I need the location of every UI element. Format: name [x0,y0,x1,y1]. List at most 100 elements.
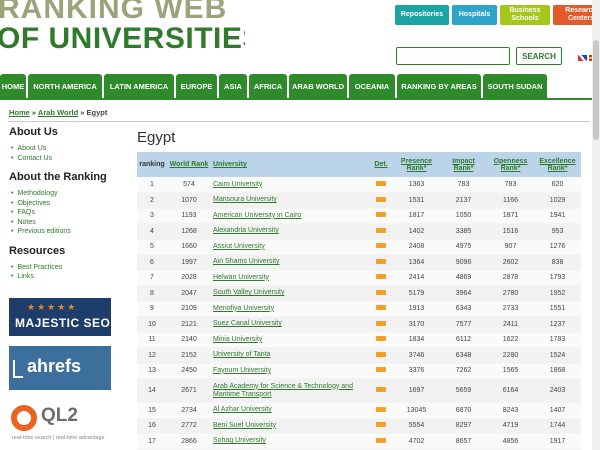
search-button[interactable]: SEARCH [516,47,562,65]
cell-university[interactable]: Assiut University [211,239,369,255]
header-presence-rank[interactable]: Presence Rank* [393,152,440,177]
details-icon[interactable] [376,305,386,311]
header-excellence-rank[interactable]: Excellence Rank* [534,152,581,177]
details-icon[interactable] [376,258,386,264]
sidebar-list-about-ranking: Methodology Objectives FAQs Notes Previo… [9,189,119,237]
details-icon[interactable] [376,289,386,295]
cell-presence: 5554 [393,418,440,434]
cell-excellence: 1744 [534,418,581,434]
details-icon[interactable] [376,336,386,342]
cell-university[interactable]: Menofiya University [211,301,369,317]
page-scrollbar[interactable] [592,0,600,450]
sidebar-item-previous-editions[interactable]: Previous editions [11,227,119,237]
nav-ranking-by-areas[interactable]: RANKING BY AREAS [397,74,481,98]
cell-excellence: 838 [534,254,581,271]
cell-university[interactable]: Mansoura University [211,192,369,209]
ql2-ad[interactable]: QL2 real-time search | real-time advanta… [9,400,111,450]
english-flag-icon[interactable] [578,55,587,61]
cell-university[interactable]: South Valley University [211,285,369,302]
cell-openness: 1516 [487,223,534,240]
header-impact-rank[interactable]: Impact Rank* [440,152,487,177]
nav-africa[interactable]: AFRICA [249,74,287,98]
cell-impact: 6343 [440,301,487,317]
sidebar-list-resources: Best Practices Links [9,263,119,282]
header-world-rank-label: World Rank [169,161,209,168]
cell-openness: 783 [487,177,534,193]
search-input[interactable] [396,47,510,65]
details-icon[interactable] [376,274,386,280]
nav-oceania[interactable]: OCEANIA [349,74,395,98]
nav-europe[interactable]: EUROPE [176,74,217,98]
cell-excellence: 1952 [534,285,581,302]
cell-impact: 2137 [440,192,487,209]
cell-excellence: 620 [534,177,581,193]
cell-det [369,363,393,379]
cell-university[interactable]: Helwan University [211,270,369,286]
details-icon[interactable] [376,387,386,392]
cell-university[interactable]: Cairo University [211,177,369,193]
header-world-rank[interactable]: World Rank [167,152,211,177]
cell-university[interactable]: Beni Suef University [211,418,369,434]
nav-arab-world[interactable]: ARAB WORLD [289,74,347,98]
breadcrumb-sep: » [78,108,87,117]
breadcrumb-arab-world[interactable]: Arab World [38,108,78,117]
details-icon[interactable] [376,181,386,186]
header-university[interactable]: University [211,152,369,177]
nav-home[interactable]: HOME [0,74,26,98]
nav-north-america[interactable]: NORTH AMERICA [28,74,102,98]
details-icon[interactable] [376,196,386,202]
scrollbar-thumb[interactable] [593,40,599,140]
sidebar-item-links[interactable]: Links [11,272,119,282]
cell-impact: 7577 [440,316,487,333]
cell-university[interactable]: Alexandria University [211,223,369,240]
cell-university[interactable]: Minia University [211,332,369,348]
details-icon[interactable] [376,422,386,428]
nav-south-sudan[interactable]: SOUTH SUDAN [483,74,547,98]
details-icon[interactable] [376,227,386,233]
sidebar-item-objectives[interactable]: Objectives [11,199,119,209]
cell-university[interactable]: Arab Academy for Science & Technology an… [211,378,369,403]
cell-openness: 4719 [487,418,534,434]
business-schools-button[interactable]: Business Schools [500,5,550,25]
details-icon[interactable] [376,367,386,373]
header-det[interactable]: Det. [369,152,393,177]
sidebar-item-contact-us[interactable]: Contact Us [11,154,119,164]
hospitals-button[interactable]: Hospitals [452,5,497,25]
cell-university[interactable]: Al Azhar University [211,402,369,419]
details-icon[interactable] [376,351,386,357]
cell-impact: 3385 [440,223,487,240]
sidebar-item-notes[interactable]: Notes [11,218,119,228]
details-icon[interactable] [376,212,386,218]
sidebar-item-about-us[interactable]: About Us [11,144,119,154]
sidebar-item-methodology[interactable]: Methodology [11,189,119,199]
cell-university[interactable]: University of Tanta [211,347,369,364]
site-logo[interactable]: RANKING WEB OF UNIVERSITIES [0,0,245,60]
majestic-seo-ad[interactable]: ★★★★★ MAJESTIC SEO [9,298,111,336]
cell-university[interactable]: Fayoum University [211,363,369,379]
cell-university[interactable]: American University in Cairo [211,208,369,224]
cell-world-rank: 2109 [167,301,211,317]
cell-university[interactable]: Ain Shams University [211,254,369,271]
sidebar-item-best-practices[interactable]: Best Practices [11,263,119,273]
cell-university[interactable]: Sohag University [211,433,369,450]
repositories-button[interactable]: Repositories [395,5,449,25]
details-icon[interactable] [376,243,386,249]
header-openness-rank[interactable]: Openness Rank* [487,152,534,177]
cell-ranking: 15 [137,402,167,419]
sidebar-item-faqs[interactable]: FAQs [11,208,119,218]
details-icon[interactable] [376,406,386,412]
cell-det [369,177,393,193]
nav-asia[interactable]: ASIA [219,74,247,98]
details-icon[interactable] [376,437,386,443]
ahrefs-ad[interactable]: ahrefs [9,346,111,390]
ranking-table: ranking World Rank University Det. Prese… [137,152,581,450]
nav-latin-america[interactable]: LATIN AMERICA [104,74,174,98]
cell-impact: 8657 [440,433,487,450]
details-icon[interactable] [376,320,386,326]
page-title: Egypt [137,129,176,146]
sidebar-heading-about-ranking: About the Ranking [9,171,107,183]
breadcrumb-home[interactable]: Home [9,108,30,117]
cell-excellence: 2403 [534,378,581,403]
cell-excellence: 1524 [534,347,581,364]
cell-university[interactable]: Suez Canal University [211,316,369,333]
